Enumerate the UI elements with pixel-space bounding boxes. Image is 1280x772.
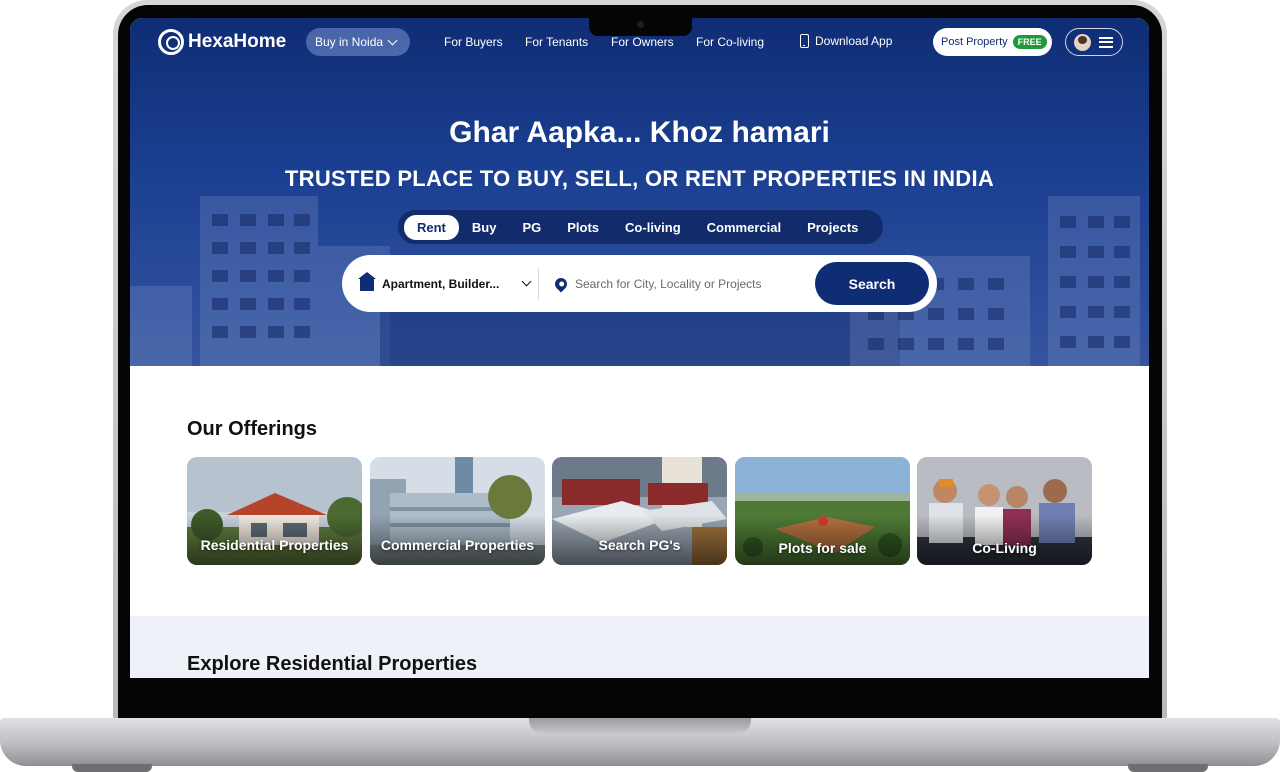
search-category-tabs: Rent Buy PG Plots Co-living Commercial P… (398, 210, 883, 244)
chevron-down-icon (387, 35, 398, 45)
property-type-value: Apartment, Builder... (382, 276, 500, 291)
city-dropdown-label: Buy in Noida (315, 35, 384, 49)
card-label: Search PG's (598, 537, 681, 553)
card-label: Residential Properties (200, 537, 349, 553)
logo-icon (158, 29, 184, 55)
offerings-cards: Residential Properties Commercial Proper… (187, 457, 1092, 565)
hamburger-menu-icon (1099, 36, 1113, 48)
tab-coliving[interactable]: Co-living (612, 215, 694, 240)
tab-commercial[interactable]: Commercial (694, 215, 794, 240)
building-shape (1048, 196, 1140, 366)
offering-card-commercial[interactable]: Commercial Properties (370, 457, 545, 565)
tab-buy[interactable]: Buy (459, 215, 510, 240)
hero-banner: HexaHome Buy in Noida For Buyers For Ten… (130, 18, 1149, 366)
property-type-dropdown[interactable]: Apartment, Builder... (342, 271, 538, 291)
browser-screen: HexaHome Buy in Noida For Buyers For Ten… (130, 18, 1149, 678)
phone-icon (800, 34, 809, 48)
tab-plots[interactable]: Plots (554, 215, 612, 240)
property-search-bar: Apartment, Builder... Search for City, L… (342, 255, 937, 312)
offerings-title: Our Offerings (187, 418, 318, 440)
nav-link-coliving[interactable]: For Co-living (696, 35, 764, 49)
search-button[interactable]: Search (815, 262, 929, 305)
location-pin-icon (552, 275, 570, 292)
account-menu-button[interactable] (1065, 28, 1123, 56)
location-search-input[interactable]: Search for City, Locality or Projects (539, 275, 815, 292)
laptop-groove (529, 718, 751, 734)
card-label: Co-Living (972, 540, 1037, 556)
offering-card-pg[interactable]: Search PG's (552, 457, 727, 565)
hero-title: Ghar Aapka... Khoz hamari (449, 116, 830, 149)
camera-icon (637, 21, 644, 28)
laptop-foot-right (1128, 764, 1208, 772)
home-icon (358, 271, 376, 291)
building-shape (380, 308, 900, 366)
chevron-down-icon (521, 276, 532, 287)
download-app-link[interactable]: Download App (800, 34, 892, 48)
free-badge: FREE (1012, 35, 1047, 49)
download-app-label: Download App (815, 34, 893, 48)
nav-link-owners[interactable]: For Owners (611, 35, 674, 49)
tab-projects[interactable]: Projects (794, 215, 871, 240)
brand-logo[interactable]: HexaHome (158, 29, 286, 55)
camera-notch (589, 16, 692, 36)
offering-card-plots[interactable]: Plots for sale (735, 457, 910, 565)
city-dropdown[interactable]: Buy in Noida (306, 28, 410, 56)
card-label: Commercial Properties (380, 537, 535, 553)
building-shape (200, 196, 318, 366)
card-label: Plots for sale (778, 540, 867, 556)
laptop-foot-left (72, 764, 152, 772)
hero-subtitle: TRUSTED PLACE TO BUY, SELL, OR RENT PROP… (284, 166, 995, 191)
explore-residential-title: Explore Residential Properties (187, 653, 478, 675)
nav-link-buyers[interactable]: For Buyers (444, 35, 503, 49)
tab-pg[interactable]: PG (509, 215, 554, 240)
offering-card-residential[interactable]: Residential Properties (187, 457, 362, 565)
post-property-label: Post Property (941, 36, 1008, 48)
logo-text: HexaHome (188, 31, 287, 52)
avatar (1074, 33, 1091, 51)
offering-card-coliving[interactable]: Co-Living (917, 457, 1092, 565)
building-shape (130, 286, 192, 366)
tab-rent[interactable]: Rent (404, 214, 459, 240)
location-placeholder: Search for City, Locality or Projects (575, 276, 762, 291)
post-property-button[interactable]: Post Property FREE (933, 28, 1052, 56)
nav-link-tenants[interactable]: For Tenants (525, 35, 588, 49)
